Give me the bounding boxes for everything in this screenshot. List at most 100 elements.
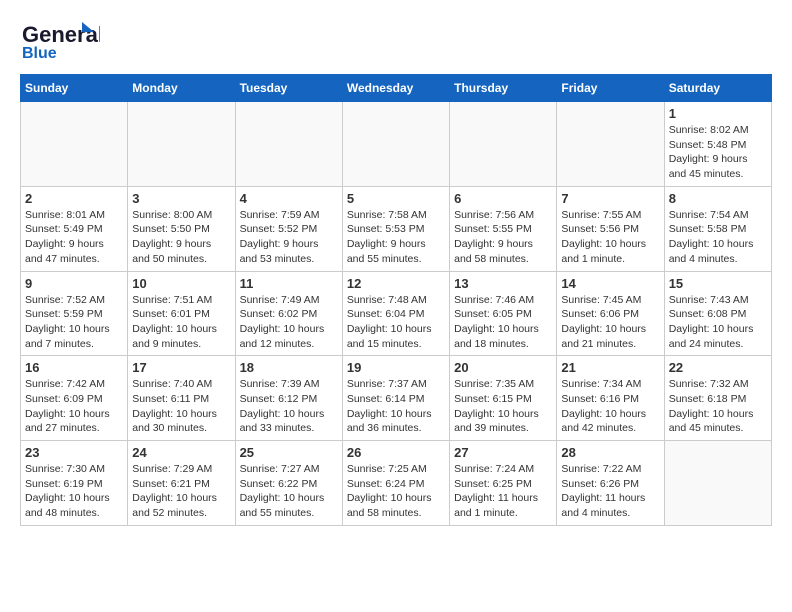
day-number: 7 (561, 191, 659, 206)
day-number: 28 (561, 445, 659, 460)
day-number: 15 (669, 276, 767, 291)
weekday-header-saturday: Saturday (664, 75, 771, 102)
day-info: Sunrise: 7:54 AM Sunset: 5:58 PM Dayligh… (669, 208, 767, 267)
calendar-cell: 9 Sunrise: 7:52 AM Sunset: 5:59 PM Daylig… (21, 271, 128, 356)
calendar-cell: 11 Sunrise: 7:49 AM Sunset: 6:02 PM Dayli… (235, 271, 342, 356)
day-info: Sunrise: 7:42 AM Sunset: 6:09 PM Dayligh… (25, 377, 123, 436)
day-number: 16 (25, 360, 123, 375)
day-info: Sunrise: 7:32 AM Sunset: 6:18 PM Dayligh… (669, 377, 767, 436)
weekday-header-thursday: Thursday (450, 75, 557, 102)
calendar-cell: 10 Sunrise: 7:51 AM Sunset: 6:01 PM Dayli… (128, 271, 235, 356)
day-info: Sunrise: 7:48 AM Sunset: 6:04 PM Dayligh… (347, 293, 445, 352)
day-number: 17 (132, 360, 230, 375)
calendar-cell: 5 Sunrise: 7:58 AM Sunset: 5:53 PM Daylig… (342, 186, 449, 271)
calendar-cell: 26 Sunrise: 7:25 AM Sunset: 6:24 PM Dayli… (342, 441, 449, 526)
day-info: Sunrise: 7:29 AM Sunset: 6:21 PM Dayligh… (132, 462, 230, 521)
calendar-cell (235, 102, 342, 187)
svg-text:General: General (22, 22, 100, 47)
calendar-cell: 21 Sunrise: 7:34 AM Sunset: 6:16 PM Dayli… (557, 356, 664, 441)
day-info: Sunrise: 7:59 AM Sunset: 5:52 PM Dayligh… (240, 208, 338, 267)
weekday-header-wednesday: Wednesday (342, 75, 449, 102)
weekday-header-monday: Monday (128, 75, 235, 102)
day-info: Sunrise: 7:45 AM Sunset: 6:06 PM Dayligh… (561, 293, 659, 352)
day-number: 27 (454, 445, 552, 460)
calendar-cell: 20 Sunrise: 7:35 AM Sunset: 6:15 PM Dayli… (450, 356, 557, 441)
calendar-cell: 1 Sunrise: 8:02 AM Sunset: 5:48 PM Daylig… (664, 102, 771, 187)
day-info: Sunrise: 7:39 AM Sunset: 6:12 PM Dayligh… (240, 377, 338, 436)
day-info: Sunrise: 7:58 AM Sunset: 5:53 PM Dayligh… (347, 208, 445, 267)
calendar-cell: 7 Sunrise: 7:55 AM Sunset: 5:56 PM Daylig… (557, 186, 664, 271)
calendar-cell: 4 Sunrise: 7:59 AM Sunset: 5:52 PM Daylig… (235, 186, 342, 271)
day-info: Sunrise: 7:35 AM Sunset: 6:15 PM Dayligh… (454, 377, 552, 436)
day-info: Sunrise: 7:40 AM Sunset: 6:11 PM Dayligh… (132, 377, 230, 436)
day-number: 14 (561, 276, 659, 291)
day-number: 11 (240, 276, 338, 291)
calendar-cell (128, 102, 235, 187)
day-info: Sunrise: 7:24 AM Sunset: 6:25 PM Dayligh… (454, 462, 552, 521)
day-info: Sunrise: 7:34 AM Sunset: 6:16 PM Dayligh… (561, 377, 659, 436)
day-number: 24 (132, 445, 230, 460)
day-number: 1 (669, 106, 767, 121)
calendar-cell (664, 441, 771, 526)
day-number: 20 (454, 360, 552, 375)
calendar-cell (21, 102, 128, 187)
day-info: Sunrise: 8:00 AM Sunset: 5:50 PM Dayligh… (132, 208, 230, 267)
calendar-cell: 3 Sunrise: 8:00 AM Sunset: 5:50 PM Daylig… (128, 186, 235, 271)
day-number: 25 (240, 445, 338, 460)
calendar-cell: 24 Sunrise: 7:29 AM Sunset: 6:21 PM Dayli… (128, 441, 235, 526)
calendar-cell: 6 Sunrise: 7:56 AM Sunset: 5:55 PM Daylig… (450, 186, 557, 271)
day-info: Sunrise: 8:02 AM Sunset: 5:48 PM Dayligh… (669, 123, 767, 182)
calendar-cell: 28 Sunrise: 7:22 AM Sunset: 6:26 PM Dayli… (557, 441, 664, 526)
day-info: Sunrise: 7:52 AM Sunset: 5:59 PM Dayligh… (25, 293, 123, 352)
day-info: Sunrise: 7:27 AM Sunset: 6:22 PM Dayligh… (240, 462, 338, 521)
weekday-header-friday: Friday (557, 75, 664, 102)
calendar-cell: 12 Sunrise: 7:48 AM Sunset: 6:04 PM Dayli… (342, 271, 449, 356)
day-info: Sunrise: 7:25 AM Sunset: 6:24 PM Dayligh… (347, 462, 445, 521)
calendar-table: SundayMondayTuesdayWednesdayThursdayFrid… (20, 74, 772, 526)
calendar-cell: 16 Sunrise: 7:42 AM Sunset: 6:09 PM Dayli… (21, 356, 128, 441)
day-number: 12 (347, 276, 445, 291)
day-info: Sunrise: 7:30 AM Sunset: 6:19 PM Dayligh… (25, 462, 123, 521)
day-number: 9 (25, 276, 123, 291)
day-number: 18 (240, 360, 338, 375)
calendar-cell: 17 Sunrise: 7:40 AM Sunset: 6:11 PM Dayli… (128, 356, 235, 441)
logo-svg: GeneralBlue (20, 20, 100, 60)
calendar-cell (450, 102, 557, 187)
day-number: 8 (669, 191, 767, 206)
day-number: 2 (25, 191, 123, 206)
calendar-cell: 14 Sunrise: 7:45 AM Sunset: 6:06 PM Dayli… (557, 271, 664, 356)
calendar-cell: 2 Sunrise: 8:01 AM Sunset: 5:49 PM Daylig… (21, 186, 128, 271)
calendar-cell: 27 Sunrise: 7:24 AM Sunset: 6:25 PM Dayli… (450, 441, 557, 526)
day-info: Sunrise: 7:46 AM Sunset: 6:05 PM Dayligh… (454, 293, 552, 352)
day-number: 21 (561, 360, 659, 375)
day-info: Sunrise: 7:56 AM Sunset: 5:55 PM Dayligh… (454, 208, 552, 267)
day-number: 23 (25, 445, 123, 460)
day-info: Sunrise: 8:01 AM Sunset: 5:49 PM Dayligh… (25, 208, 123, 267)
calendar-cell: 18 Sunrise: 7:39 AM Sunset: 6:12 PM Dayli… (235, 356, 342, 441)
calendar-cell (557, 102, 664, 187)
day-number: 19 (347, 360, 445, 375)
day-number: 4 (240, 191, 338, 206)
day-number: 5 (347, 191, 445, 206)
weekday-header-sunday: Sunday (21, 75, 128, 102)
calendar-cell: 15 Sunrise: 7:43 AM Sunset: 6:08 PM Dayli… (664, 271, 771, 356)
day-info: Sunrise: 7:43 AM Sunset: 6:08 PM Dayligh… (669, 293, 767, 352)
day-info: Sunrise: 7:22 AM Sunset: 6:26 PM Dayligh… (561, 462, 659, 521)
day-number: 13 (454, 276, 552, 291)
calendar-cell: 19 Sunrise: 7:37 AM Sunset: 6:14 PM Dayli… (342, 356, 449, 441)
svg-text:Blue: Blue (22, 45, 57, 60)
calendar-cell: 22Sunrise: 7:32 AM Sunset: 6:18 PM Dayli… (664, 356, 771, 441)
day-info: Sunrise: 7:51 AM Sunset: 6:01 PM Dayligh… (132, 293, 230, 352)
day-number: 26 (347, 445, 445, 460)
day-number: 10 (132, 276, 230, 291)
calendar-cell: 13 Sunrise: 7:46 AM Sunset: 6:05 PM Dayli… (450, 271, 557, 356)
day-number: 3 (132, 191, 230, 206)
day-info: Sunrise: 7:37 AM Sunset: 6:14 PM Dayligh… (347, 377, 445, 436)
weekday-header-tuesday: Tuesday (235, 75, 342, 102)
calendar-cell (342, 102, 449, 187)
day-info: Sunrise: 7:49 AM Sunset: 6:02 PM Dayligh… (240, 293, 338, 352)
calendar-cell: 8 Sunrise: 7:54 AM Sunset: 5:58 PM Daylig… (664, 186, 771, 271)
calendar-cell: 23 Sunrise: 7:30 AM Sunset: 6:19 PM Dayli… (21, 441, 128, 526)
day-number: 6 (454, 191, 552, 206)
day-info: Sunrise: 7:55 AM Sunset: 5:56 PM Dayligh… (561, 208, 659, 267)
